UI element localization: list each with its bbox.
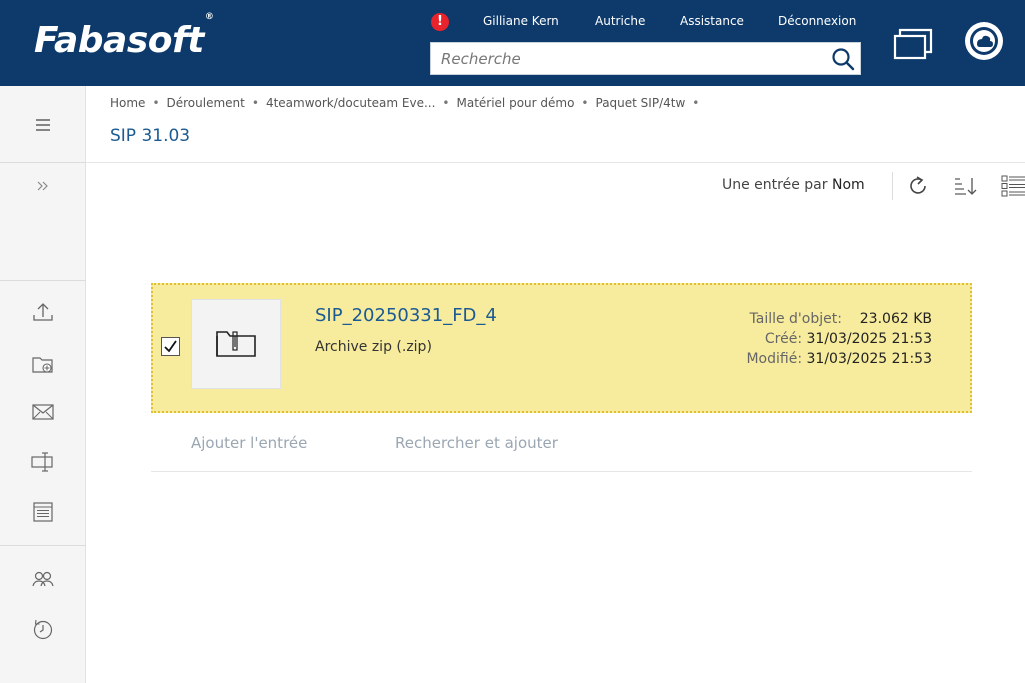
title-divider <box>86 162 1025 163</box>
alert-icon[interactable]: ! <box>431 13 449 31</box>
search-input[interactable] <box>431 43 821 74</box>
modified-label: Modifié: <box>746 351 803 367</box>
logout-link[interactable]: Déconnexion <box>778 14 856 32</box>
region-link[interactable]: Autriche <box>595 14 645 32</box>
mail-icon[interactable] <box>0 392 86 432</box>
toolbar-divider <box>892 172 893 200</box>
rename-icon[interactable] <box>0 442 86 482</box>
created-label: Créé: <box>764 331 803 347</box>
breadcrumb-paquet[interactable]: Paquet SIP/4tw <box>596 96 686 110</box>
view-mode-selector[interactable]: Une entrée par Nom <box>722 177 865 193</box>
view-list-icon[interactable] <box>1000 174 1025 198</box>
sidebar <box>0 86 86 683</box>
add-entry-button[interactable]: Ajouter l'entrée <box>191 434 307 452</box>
search-icon[interactable] <box>830 46 856 72</box>
breadcrumb-home[interactable]: Home <box>110 96 145 110</box>
breadcrumb-deroulement[interactable]: Déroulement <box>167 96 245 110</box>
menu-icon[interactable] <box>0 105 86 145</box>
item-name-link[interactable]: SIP_20250331_FD_4 <box>315 305 497 326</box>
zip-file-icon[interactable] <box>191 299 281 389</box>
upload-icon[interactable] <box>0 292 86 332</box>
sort-icon[interactable] <box>953 174 979 198</box>
cloud-user-icon[interactable] <box>963 20 1005 62</box>
windows-icon[interactable] <box>891 25 935 61</box>
expand-icon[interactable] <box>0 166 86 206</box>
fabasoft-logo[interactable]: Fabasoft® <box>34 12 214 61</box>
add-row-divider <box>151 471 972 472</box>
breadcrumb: Home • Déroulement • 4teamwork/docuteam Eve.… <box>110 96 700 110</box>
list-item[interactable]: SIP_20250331_FD_4 Archive zip (.zip) Tai… <box>151 283 972 413</box>
refresh-icon[interactable] <box>906 174 932 198</box>
created-value: 31/03/2025 21:53 <box>806 331 933 347</box>
user-name-link[interactable]: Gilliane Kern <box>483 14 559 32</box>
team-icon[interactable] <box>0 559 86 599</box>
search-and-add-button[interactable]: Rechercher et ajouter <box>395 434 558 452</box>
size-value: 23.062 KB <box>859 311 932 327</box>
list-icon[interactable] <box>0 492 86 532</box>
checkmark-icon <box>164 340 177 353</box>
breadcrumb-teamwork[interactable]: 4teamwork/docuteam Eve... <box>266 96 435 110</box>
item-metadata: Taille d'objet: 23.062 KB Créé: 31/03/20… <box>746 309 932 369</box>
item-type: Archive zip (.zip) <box>315 339 432 355</box>
breadcrumb-materiel[interactable]: Matériel pour démo <box>456 96 574 110</box>
size-label: Taille d'objet: <box>749 311 842 327</box>
search-box <box>430 42 861 75</box>
page-title: SIP 31.03 <box>110 126 191 146</box>
history-icon[interactable] <box>0 609 86 649</box>
item-checkbox[interactable] <box>161 337 180 356</box>
new-folder-icon[interactable] <box>0 344 86 384</box>
top-header: Fabasoft® ! Gilliane Kern Autriche Assis… <box>0 0 1025 86</box>
modified-value: 31/03/2025 21:53 <box>806 351 933 367</box>
assistance-link[interactable]: Assistance <box>680 14 744 32</box>
